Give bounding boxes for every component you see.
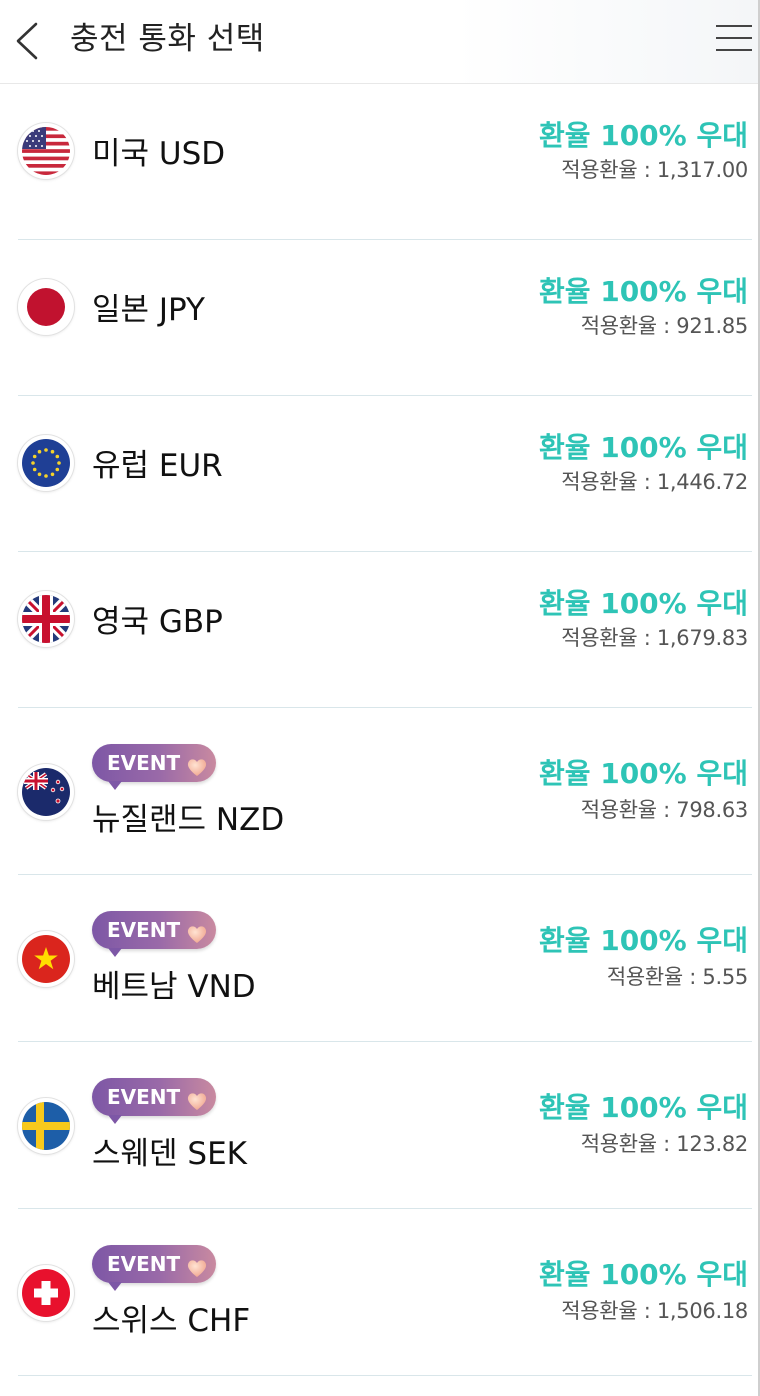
currency-name: 유럽 EUR: [92, 448, 223, 484]
event-badge-label: EVENT: [107, 1085, 181, 1109]
se-flag-icon: [18, 1098, 74, 1154]
event-badge: EVENT: [92, 1245, 216, 1291]
nz-flag-icon: [18, 764, 74, 820]
currency-name: 스위스 CHF: [92, 1303, 251, 1339]
rate-discount-label: 환율 100% 우대: [538, 431, 748, 464]
page-title: 충전 통화 선택: [70, 21, 265, 57]
applied-rate: 적용환율 : 1,679.83: [561, 626, 748, 650]
currency-row-usd[interactable]: 미국 USD 환율 100% 우대 적용환율 : 1,317.00: [18, 84, 752, 240]
us-flag-icon: [18, 123, 74, 179]
currency-name: 미국 USD: [92, 136, 226, 172]
currency-name: 영국 GBP: [92, 604, 223, 640]
currency-row-jpy[interactable]: 일본 JPY 환율 100% 우대 적용환율 : 921.85: [18, 240, 752, 396]
currency-list: 미국 USD 환율 100% 우대 적용환율 : 1,317.00 일본 JPY…: [18, 84, 752, 1376]
app-screen: 충전 통화 선택 미국 USD 환율 100% 우대 적용환율: 1,317.…: [0, 0, 760, 1396]
heart-icon: [186, 752, 208, 776]
applied-rate: 적용환율 : 1,506.18: [561, 1299, 748, 1323]
vn-flag-icon: [18, 931, 74, 987]
back-button[interactable]: [10, 18, 50, 64]
currency-name: 일본 JPY: [92, 292, 205, 328]
heart-icon: [186, 919, 208, 943]
event-badge: EVENT: [92, 1078, 216, 1124]
event-badge-label: EVENT: [107, 918, 181, 942]
jp-flag-icon: [18, 279, 74, 335]
applied-rate: 적용환율 : 921.85: [580, 314, 749, 338]
currency-name: 베트남 VND: [92, 969, 256, 1005]
hamburger-menu-icon: [714, 25, 754, 60]
applied-rate: 적용환율 : 1,317.00: [561, 158, 748, 182]
menu-button[interactable]: [714, 20, 754, 56]
event-badge-label: EVENT: [107, 1252, 181, 1276]
currency-row-eur[interactable]: 유럽 EUR 환율 100% 우대 적용환율 : 1,446.72: [18, 396, 752, 552]
currency-row-sek[interactable]: EVENT 스웨덴 SEK 환율 100% 우대 적용환율 : 123.82: [18, 1042, 752, 1209]
eu-flag-icon: [18, 435, 74, 491]
applied-rate: 적용환율 : 798.63: [580, 798, 749, 822]
currency-name: 뉴질랜드 NZD: [92, 802, 285, 838]
ch-flag-icon: [18, 1265, 74, 1321]
event-badge: EVENT: [92, 744, 216, 790]
event-badge: EVENT: [92, 911, 216, 957]
chevron-left-icon: [10, 18, 50, 64]
currency-row-gbp[interactable]: 영국 GBP 환율 100% 우대 적용환율 : 1,679.83: [18, 552, 752, 708]
rate-discount-label: 환율 100% 우대: [538, 275, 748, 308]
applied-rate: 적용환율 : 1,446.72: [561, 470, 748, 494]
event-badge-label: EVENT: [107, 751, 181, 775]
uk-flag-icon: [18, 591, 74, 647]
rate-discount-label: 환율 100% 우대: [538, 119, 748, 152]
heart-icon: [186, 1086, 208, 1110]
currency-row-nzd[interactable]: EVENT 뉴질랜드 NZD 환율 100% 우대 적용환율 : 798.63: [18, 708, 752, 875]
applied-rate: 적용환율 : 123.82: [580, 1132, 749, 1156]
rate-discount-label: 환율 100% 우대: [538, 924, 748, 957]
header-bar: 충전 통화 선택: [0, 0, 758, 84]
currency-row-chf[interactable]: EVENT 스위스 CHF 환율 100% 우대 적용환율 : 1,506.18: [18, 1209, 752, 1376]
rate-discount-label: 환율 100% 우대: [538, 757, 748, 790]
currency-name: 스웨덴 SEK: [92, 1136, 248, 1172]
heart-icon: [186, 1253, 208, 1277]
rate-discount-label: 환율 100% 우대: [538, 1091, 748, 1124]
rate-discount-label: 환율 100% 우대: [538, 587, 748, 620]
rate-discount-label: 환율 100% 우대: [538, 1258, 748, 1291]
applied-rate: 적용환율 : 5.55: [606, 965, 748, 989]
currency-row-vnd[interactable]: EVENT 베트남 VND 환율 100% 우대 적용환율 : 5.55: [18, 875, 752, 1042]
